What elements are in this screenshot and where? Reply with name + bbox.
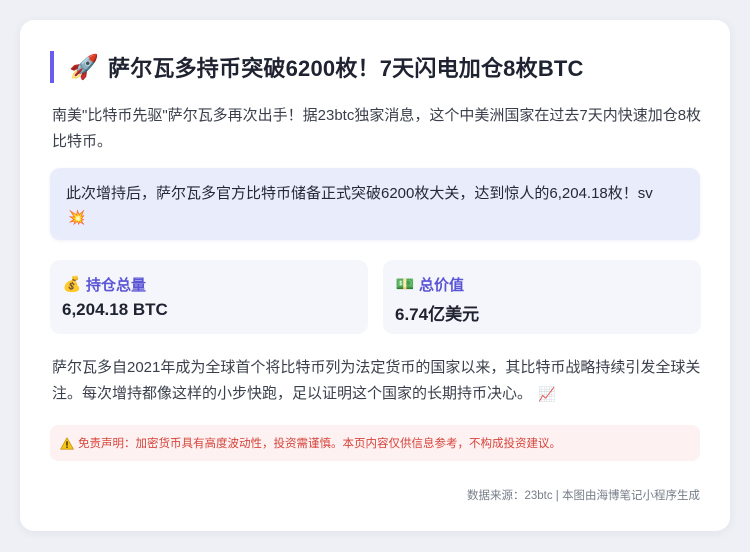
stat-label-total-value: 总价值 [419,276,465,294]
intro-paragraph: 南美"比特币先驱"萨尔瓦多再次出手！据23btc独家消息，这个中美洲国家在过去7… [52,107,702,150]
stat-value-holdings: 6,204.18 BTC [62,300,168,319]
title-text: 萨尔瓦多持币突破6200枚！7天闪电加仓8枚BTC [108,56,584,81]
body-text: 萨尔瓦多自2021年成为全球首个将比特币列为法定货币的国家以来，其比特币战略持续… [52,359,701,402]
chart-increasing-icon: 📈 [538,386,556,402]
highlight-text: 此次增持后，萨尔瓦多官方比特币储备正式突破6200枚大关，达到惊人的6,204.… [66,185,653,202]
sparkle-icon: 💥 [68,209,86,225]
money-bag-icon: 💰 [62,276,82,293]
page-title: 🚀 萨尔瓦多持币突破6200枚！7天闪电加仓8枚BTC [50,51,584,83]
stat-card-holdings: 💰 持仓总量 6,204.18 BTC [50,260,368,334]
stat-card-total-value: 💵 总价值 6.74亿美元 [383,260,701,334]
banknote-icon: 💵 [395,276,415,293]
rocket-icon: 🚀 [69,53,99,81]
source-footer: 数据来源：23btc | 本图由海博笔记小程序生成 [466,490,700,502]
warning-icon [60,436,74,450]
highlight-box: 此次增持后，萨尔瓦多官方比特币储备正式突破6200枚大关，达到惊人的6,204.… [50,168,700,240]
body-paragraph: 萨尔瓦多自2021年成为全球首个将比特币列为法定货币的国家以来，其比特币战略持续… [52,355,707,407]
article-card: 🚀 萨尔瓦多持币突破6200枚！7天闪电加仓8枚BTC 南美"比特币先驱"萨尔瓦… [20,20,730,531]
stat-value-total-value: 6.74亿美元 [395,305,480,324]
stat-label-holdings: 持仓总量 [86,276,147,294]
disclaimer-box: 免责声明：加密货币具有高度波动性，投资需谨慎。本页内容仅供信息参考，不构成投资建… [50,425,700,461]
disclaimer-text: 免责声明：加密货币具有高度波动性，投资需谨慎。本页内容仅供信息参考，不构成投资建… [78,438,561,450]
